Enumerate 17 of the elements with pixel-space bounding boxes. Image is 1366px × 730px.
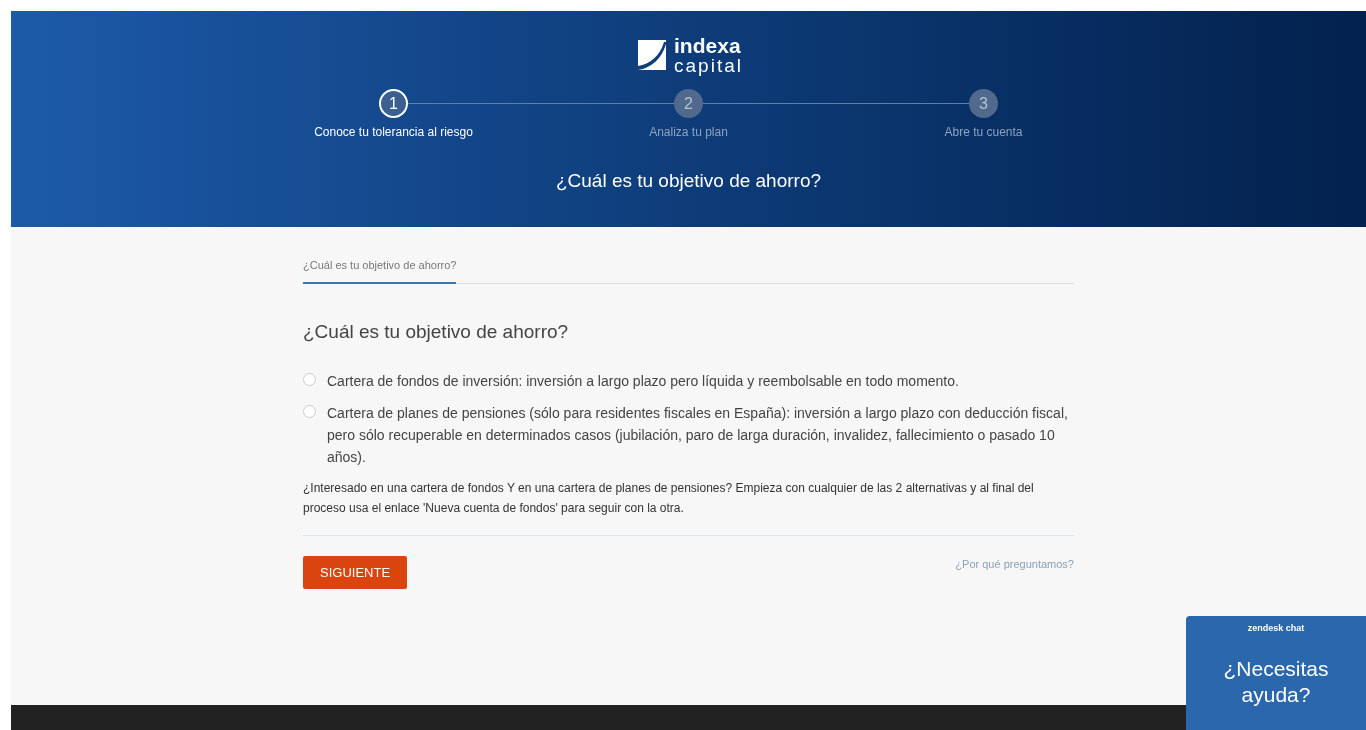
chat-widget[interactable]: zendesk chat ¿Necesitas ayuda?	[1186, 616, 1366, 730]
step-label: Conoce tu tolerancia al riesgo	[314, 124, 473, 141]
chat-brand: zendesk chat	[1247, 622, 1305, 635]
question-title: ¿Cuál es tu objetivo de ahorro?	[303, 319, 570, 344]
step-label: Analiza tu plan	[649, 124, 728, 141]
option-label[interactable]: Cartera de planes de pensiones (sólo para residentes fiscales en España): inversión a largo plazo con deducción fiscal, pero sólo recuperable en determinados casos (jubilación, paro de larga duración, invalidez, fallecimiento o pasado 10 años).	[327, 402, 1074, 468]
radio-button[interactable]	[303, 373, 316, 386]
radio-button[interactable]	[303, 405, 316, 418]
header-title: ¿Cuál es tu objetivo de ahorro?	[555, 169, 822, 193]
note-text: ¿Interesado en una cartera de fondos Y en una cartera de planes de pensiones? Empieza con cualquier de las 2 alternativas y al final del proceso usa el enlace 'Nueva cuenta de fondos' para seguir con la otra.	[303, 480, 1035, 517]
logo-wordmark: indexa	[674, 35, 742, 56]
next-button[interactable]: SIGUIENTE	[303, 556, 408, 589]
logo-subtitle: capital	[674, 56, 743, 75]
tab[interactable]: ¿Cuál es tu objetivo de ahorro?	[303, 257, 457, 284]
chat-prompt: ¿Necesitas ayuda?	[1222, 655, 1330, 708]
step-label: Abre tu cuenta	[944, 124, 1023, 141]
option-label[interactable]: Cartera de fondos de inversión: inversión a largo plazo pero líquida y reembolsable en todo momento.	[327, 370, 959, 392]
